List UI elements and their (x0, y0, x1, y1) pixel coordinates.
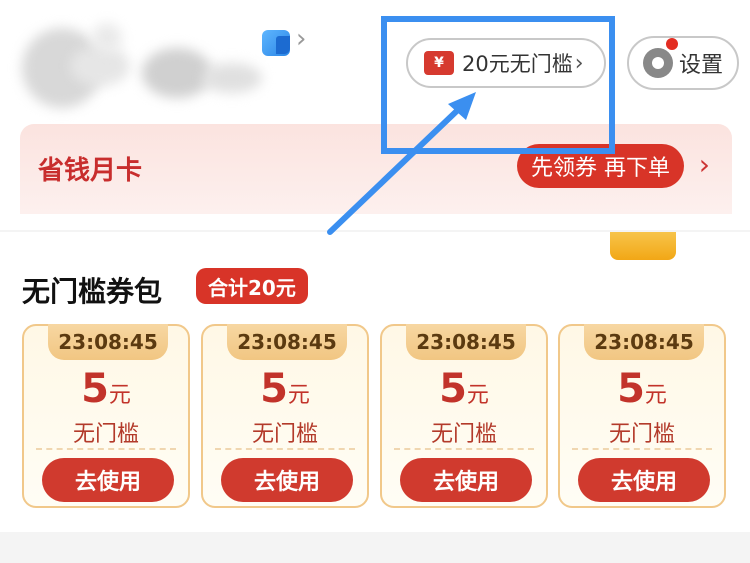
coupon-card[interactable]: 23:08:45 5元 无门槛 去使用 (380, 324, 548, 508)
chevron-right-icon[interactable]: › (296, 26, 306, 52)
coupon-description: 无门槛 (72, 422, 139, 447)
coupon-amount: 5元 (617, 366, 667, 412)
use-coupon-button[interactable]: 去使用 (221, 458, 353, 502)
coupon-amount: 5元 (439, 366, 489, 412)
settings-label: 设置 (679, 53, 724, 78)
coupon-card[interactable]: 23:08:45 5元 无门槛 去使用 (201, 324, 369, 508)
monthly-card-banner[interactable]: 省钱月卡 先领券 再下单 › (20, 124, 732, 214)
monthly-card-title: 省钱月卡 (38, 156, 143, 186)
countdown-timer: 23:08:45 (406, 324, 526, 360)
settings-button[interactable]: 设置 (627, 36, 739, 90)
coupon-description: 无门槛 (608, 422, 675, 447)
use-coupon-button[interactable]: 去使用 (578, 458, 710, 502)
gold-decoration (610, 232, 676, 260)
member-badge-icon[interactable] (262, 30, 290, 56)
countdown-timer: 23:08:45 (227, 324, 347, 360)
countdown-timer: 23:08:45 (584, 324, 704, 360)
coupon-card[interactable]: 23:08:45 5元 无门槛 去使用 (558, 324, 726, 508)
coupon-pack-section: 无门槛券包 合计20元 23:08:45 5元 无门槛 去使用 23:08:45… (0, 232, 750, 532)
chevron-right-icon[interactable]: › (699, 148, 710, 181)
coupon-amount: 5元 (260, 366, 310, 412)
dashed-divider (215, 448, 355, 450)
coupon-amount: 5元 (81, 366, 131, 412)
gear-icon (643, 48, 673, 78)
coupon-description: 无门槛 (251, 422, 318, 447)
coupon-description: 无门槛 (430, 422, 497, 447)
use-coupon-button[interactable]: 去使用 (400, 458, 532, 502)
use-coupon-button[interactable]: 去使用 (42, 458, 174, 502)
blurred-profile-info[interactable] (22, 18, 272, 118)
profile-header: › ¥ 20元无门槛 › 设置 省钱月卡 先领券 再下单 › (0, 0, 750, 230)
coupon-pack-title: 无门槛券包 (22, 275, 163, 308)
notification-dot (666, 38, 678, 50)
page: › ¥ 20元无门槛 › 设置 省钱月卡 先领券 再下单 › 无门槛券包 合计2… (0, 0, 750, 563)
total-badge: 合计20元 (196, 268, 308, 304)
dashed-divider (394, 448, 534, 450)
countdown-timer: 23:08:45 (48, 324, 168, 360)
coupon-card[interactable]: 23:08:45 5元 无门槛 去使用 (22, 324, 190, 508)
dashed-divider (572, 448, 712, 450)
dashed-divider (36, 448, 176, 450)
username-blur (142, 48, 212, 98)
annotation-highlight-box (381, 16, 615, 154)
